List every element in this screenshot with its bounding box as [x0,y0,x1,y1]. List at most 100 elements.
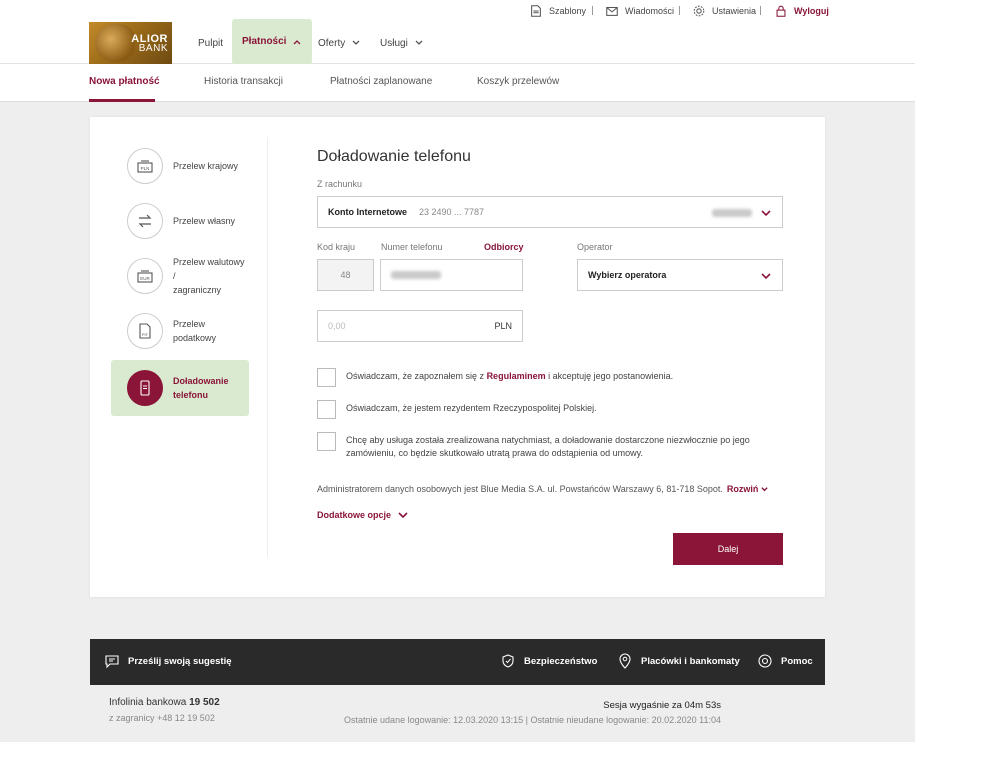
payment-type-phone-topup[interactable]: Doładowanie telefonu [111,360,249,416]
settings-link[interactable]: Ustawienia [692,4,756,18]
logout-link[interactable]: Wyloguj [774,4,829,18]
branches-link[interactable]: Placówki i bankomaty [617,653,740,669]
branches-label: Placówki i bankomaty [641,655,740,667]
amount-field[interactable]: PLN [317,310,523,342]
consent-immediate-text: Chcę aby usługa została zrealizowana nat… [346,435,750,458]
logo-line2: BANK [138,43,168,54]
logo-text: ALIOR BANK [131,34,168,54]
svg-text:EUR: EUR [140,276,150,281]
svg-text:PIT: PIT [142,332,149,337]
phone-number-field[interactable] [380,259,523,291]
consent-terms-checkbox[interactable] [317,368,336,387]
expand-label: Rozwiń [726,484,759,494]
shield-icon [502,654,514,668]
nav-platnosci[interactable]: Płatności [232,19,313,64]
footer-bar: Prześlij swoją sugestię Bezpieczeństwo P… [90,639,825,685]
payment-type-label: Przelew walutowy / zagraniczny [173,257,245,295]
tab-transfer-basket[interactable]: Koszyk przelewów [477,76,559,87]
templates-label: Szablony [549,6,587,16]
separator [760,6,761,15]
payment-type-foreign[interactable]: EUR Przelew walutowy / zagraniczny [111,249,249,303]
from-account-label: Z rachunku [317,179,363,189]
currency-label: PLN [494,321,512,331]
consent-terms-text: Oświadczam, że zapoznałem się z Regulami… [346,371,674,381]
next-button[interactable]: Dalej [673,533,783,565]
hotline-number: 19 502 [189,697,220,708]
form-title: Doładowanie telefonu [317,148,471,165]
separator [592,6,593,15]
templates-link[interactable]: Szablony [529,4,586,18]
terms-link[interactable]: Regulaminem [487,371,546,381]
amount-input[interactable] [328,321,448,331]
logout-label: Wyloguj [794,6,829,16]
messages-label: Wiadomości [625,6,675,16]
extra-options-toggle[interactable]: Dodatkowe opcje [317,510,409,520]
active-tab-underline [89,99,155,102]
payment-type-label: Przelew podatkowy [173,319,217,343]
payment-type-label: Przelew własny [173,216,236,226]
security-link[interactable]: Bezpieczeństwo [500,653,597,669]
eur-transfer-icon: EUR [127,258,163,294]
data-admin-info: Administratorem danych osobowych jest Bl… [317,484,769,494]
chevron-down-icon [761,210,771,217]
nav-oferty-label: Oferty [318,37,346,49]
chat-icon [105,655,119,669]
recipients-link[interactable]: Odbiorcy [484,242,524,252]
operator-select[interactable]: Wybierz operatora [577,259,783,291]
phone-number-blurred [391,271,441,279]
payments-subnav: Nowa płatność Historia transakcji Płatno… [0,64,915,102]
data-admin-text: Administratorem danych osobowych jest Bl… [317,484,723,494]
messages-link[interactable]: Wiadomości [605,4,674,18]
chevron-down-icon [761,273,771,280]
phone-topup-icon [127,370,163,406]
expand-link[interactable]: Rozwiń [727,484,770,494]
operator-value: Wybierz operatora [588,270,667,280]
last-login-info: Ostatnie udane logowanie: 12.03.2020 13:… [344,715,721,725]
hotline-label: Infolinia bankowa [109,697,187,708]
consent-resident-row: Oświadczam, że jestem rezydentem Rzeczyp… [317,400,777,419]
payment-type-tax[interactable]: PIT Przelew podatkowy [111,304,249,358]
tax-transfer-icon: PIT [127,313,163,349]
consent-immediate-row: Chcę aby usługa została zrealizowana nat… [317,432,777,460]
logo-emblem-icon [95,24,135,62]
account-name: Konto Internetowe [328,207,407,217]
page-background: Szablony Wiadomości Ustawienia Wyloguj A… [0,0,915,742]
country-code-field[interactable]: 48 [317,259,374,291]
session-timer: Sesja wygaśnie za 04m 53s [603,700,721,711]
nav-uslugi[interactable]: Usługi [380,22,424,64]
security-label: Bezpieczeństwo [524,655,598,667]
nav-pulpit[interactable]: Pulpit [198,22,223,64]
phone-number-label: Numer telefonu [381,242,443,252]
lock-icon [776,5,786,17]
svg-text:PLN: PLN [141,166,150,171]
consent-resident-checkbox[interactable] [317,400,336,419]
own-transfer-icon [127,203,163,239]
account-select[interactable]: Konto Internetowe 23 2490 ... 7787 [317,196,783,228]
main-header: ALIOR BANK Pulpit Płatności Oferty Usług… [0,19,915,64]
payment-type-own[interactable]: Przelew własny [111,194,249,248]
payment-card: PLN Przelew krajowy Przelew własny EUR P… [90,117,825,597]
settings-label: Ustawienia [712,6,757,16]
alior-bank-logo[interactable]: ALIOR BANK [89,22,172,64]
consent-immediate-checkbox[interactable] [317,432,336,451]
tab-new-payment[interactable]: Nowa płatność [89,76,160,87]
gear-icon [693,5,705,17]
pln-transfer-icon: PLN [127,148,163,184]
nav-oferty[interactable]: Oferty [318,22,361,64]
hotline-abroad: z zagranicy +48 12 19 502 [109,713,215,723]
utility-bar: Szablony Wiadomości Ustawienia Wyloguj [0,0,915,22]
suggestion-label: Prześlij swoją sugestię [128,655,232,667]
separator [679,6,680,15]
help-label: Pomoc [781,655,813,667]
payment-type-label: Przelew krajowy [173,161,239,171]
tab-transaction-history[interactable]: Historia transakcji [204,76,283,87]
consent-terms-row: Oświadczam, że zapoznałem się z Regulami… [317,368,777,387]
suggestion-link[interactable]: Prześlij swoją sugestię [104,653,232,669]
help-link[interactable]: Pomoc [757,653,813,669]
sidebar-divider [267,137,268,557]
envelope-icon [606,6,618,16]
templates-icon [531,5,541,17]
tab-scheduled-payments[interactable]: Płatności zaplanowane [330,76,432,87]
chevron-down-icon [398,512,408,519]
payment-type-domestic[interactable]: PLN Przelew krajowy [111,139,249,193]
